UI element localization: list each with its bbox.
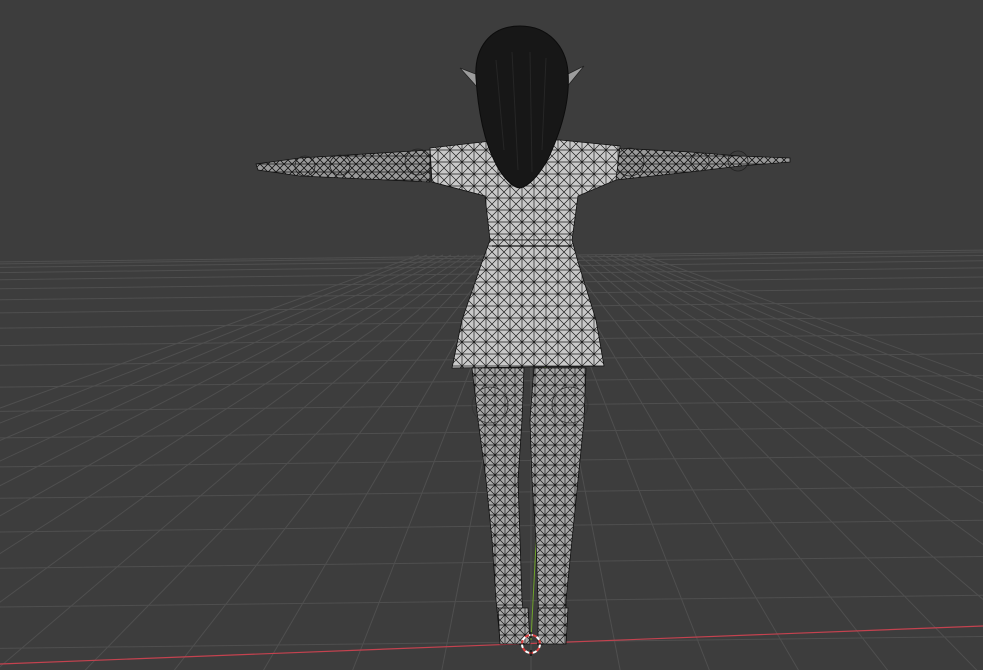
viewport-canvas[interactable] bbox=[0, 0, 983, 670]
3d-viewport[interactable] bbox=[0, 0, 983, 670]
x-axis-line bbox=[0, 625, 983, 665]
grid-line bbox=[0, 636, 983, 649]
grid-line bbox=[84, 254, 492, 670]
left-arm[interactable] bbox=[255, 148, 432, 183]
grid-line bbox=[0, 254, 484, 668]
grid-line bbox=[0, 555, 983, 569]
left-foot[interactable] bbox=[497, 607, 531, 645]
character-model[interactable] bbox=[255, 25, 791, 645]
right-leg[interactable] bbox=[529, 367, 587, 641]
right-foot[interactable] bbox=[537, 607, 569, 645]
skirt[interactable] bbox=[451, 239, 605, 369]
right-arm[interactable] bbox=[614, 147, 791, 181]
grid-line bbox=[562, 254, 889, 670]
grid-line bbox=[0, 594, 983, 608]
left-leg[interactable] bbox=[471, 367, 527, 641]
